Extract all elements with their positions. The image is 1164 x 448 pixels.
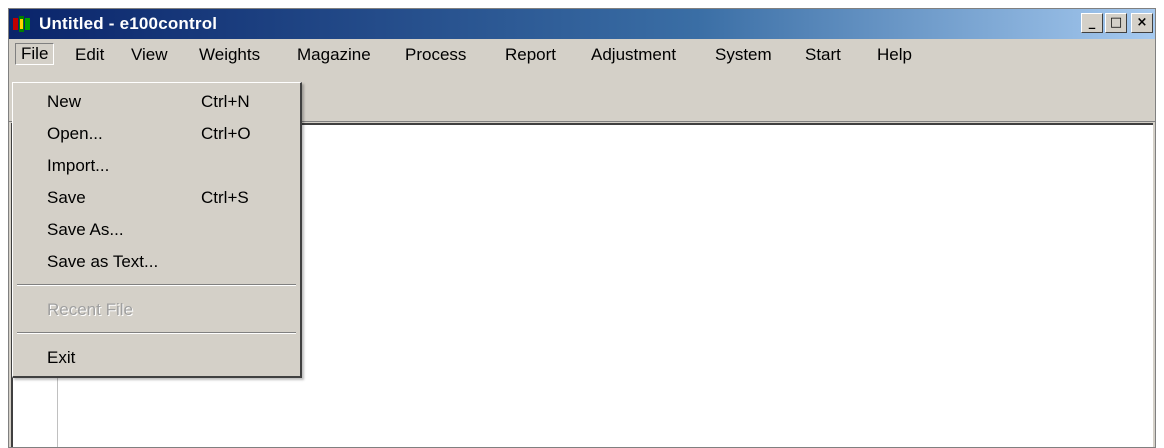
menu-item-label: Save As...: [47, 220, 124, 239]
menu-item-label: New: [47, 92, 82, 111]
menu-item-exit[interactable]: Exit: [13, 343, 300, 373]
close-button[interactable]: ×: [1131, 13, 1153, 33]
menu-separator: [17, 284, 296, 286]
menu-magazine[interactable]: Magazine: [291, 45, 377, 67]
menu-item-save[interactable]: Save Ctrl+S: [13, 183, 300, 213]
minimize-button[interactable]: _: [1081, 13, 1103, 33]
file-menu-dropdown: New Ctrl+N Open... Ctrl+O Import... Save…: [12, 82, 302, 378]
menu-item-shortcut: Ctrl+N: [201, 92, 250, 111]
menu-item-open[interactable]: Open... Ctrl+O: [13, 119, 300, 149]
maximize-button[interactable]: □: [1105, 13, 1127, 33]
menu-item-new[interactable]: New Ctrl+N: [13, 87, 300, 117]
menu-report[interactable]: Report: [499, 45, 562, 67]
menu-item-label: Recent File: [47, 300, 133, 319]
menu-start[interactable]: Start: [799, 45, 847, 67]
menu-item-label: Open...: [47, 124, 103, 143]
menu-help[interactable]: Help: [871, 45, 918, 67]
menu-item-save-as[interactable]: Save As...: [13, 215, 300, 245]
menu-item-label: Save: [47, 188, 86, 207]
menu-weights[interactable]: Weights: [193, 45, 266, 67]
menu-separator: [17, 332, 296, 334]
menu-item-save-as-text[interactable]: Save as Text...: [13, 247, 300, 277]
menu-bar: File Edit View Weights Magazine Process …: [9, 41, 1155, 67]
menu-item-import[interactable]: Import...: [13, 151, 300, 181]
menu-item-label: Import...: [47, 156, 110, 175]
menu-file[interactable]: File: [15, 43, 55, 65]
menu-process[interactable]: Process: [399, 45, 472, 67]
title-bar[interactable]: Untitled - e100control _ □ ×: [9, 9, 1155, 39]
menu-item-label: Save as Text...: [47, 252, 159, 271]
menu-item-label: Exit: [47, 348, 76, 367]
menu-item-shortcut: Ctrl+S: [201, 188, 249, 207]
menu-item-recent-file: Recent File: [13, 295, 300, 325]
window-title: Untitled - e100control: [39, 14, 218, 33]
app-icon: [13, 16, 30, 32]
menu-system[interactable]: System: [709, 45, 778, 67]
menu-adjustment[interactable]: Adjustment: [585, 45, 682, 67]
menu-item-shortcut: Ctrl+O: [201, 124, 251, 143]
menu-view[interactable]: View: [125, 45, 174, 67]
menu-edit[interactable]: Edit: [69, 45, 110, 67]
